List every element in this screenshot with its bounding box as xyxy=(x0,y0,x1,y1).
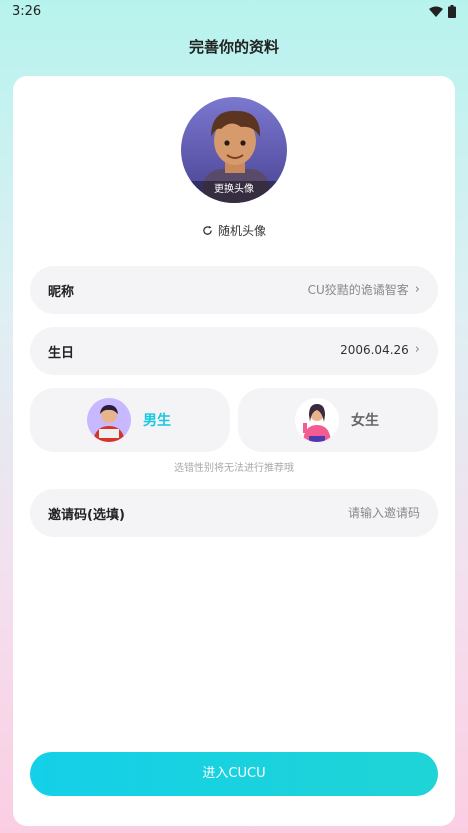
enter-button[interactable]: 进入CUCU xyxy=(30,752,438,796)
birthday-value-group: 2006.04.26 › xyxy=(340,342,420,357)
avatar-change-button[interactable]: 更换头像 xyxy=(181,97,287,203)
profile-card: 更换头像 随机头像 昵称 CU狡黠的诡谲智客 › 生日 2006.04.26 › xyxy=(13,76,455,826)
birthday-label: 生日 xyxy=(48,346,75,361)
female-label: 女生 xyxy=(351,413,379,429)
chevron-right-icon: › xyxy=(414,282,420,297)
male-label: 男生 xyxy=(143,413,171,429)
gender-male-option[interactable]: 男生 xyxy=(30,388,230,452)
gender-female-option[interactable]: 女生 xyxy=(238,388,438,452)
nickname-field[interactable]: 昵称 CU狡黠的诡谲智客 › xyxy=(30,266,438,314)
status-icons xyxy=(429,5,456,18)
gender-hint: 选错性别将无法进行推荐哦 xyxy=(174,463,294,474)
invite-code-field[interactable]: 邀请码(选填) 请输入邀请码 xyxy=(30,489,438,537)
invite-code-input[interactable]: 请输入邀请码 xyxy=(348,504,420,521)
nickname-label: 昵称 xyxy=(48,285,75,300)
birthday-field[interactable]: 生日 2006.04.26 › xyxy=(30,327,438,375)
birthday-value: 2006.04.26 xyxy=(340,342,409,357)
nickname-value: CU狡黠的诡谲智客 xyxy=(307,283,409,297)
wifi-icon xyxy=(429,6,443,17)
female-avatar-icon xyxy=(295,398,339,442)
status-bar: 3:26 xyxy=(0,0,468,24)
page-title: 完善你的资料 xyxy=(188,38,279,56)
male-avatar-icon xyxy=(87,398,131,442)
battery-icon xyxy=(448,5,456,18)
avatar-change-label: 更换头像 xyxy=(181,181,287,203)
random-avatar-label: 随机头像 xyxy=(217,224,266,238)
refresh-icon xyxy=(203,225,212,235)
random-avatar-button[interactable]: 随机头像 xyxy=(13,222,455,239)
nickname-value-group: CU狡黠的诡谲智客 › xyxy=(308,281,420,298)
invite-code-label: 邀请码(选填) xyxy=(48,508,125,523)
chevron-right-icon: › xyxy=(414,342,420,357)
status-time: 3:26 xyxy=(12,4,42,19)
